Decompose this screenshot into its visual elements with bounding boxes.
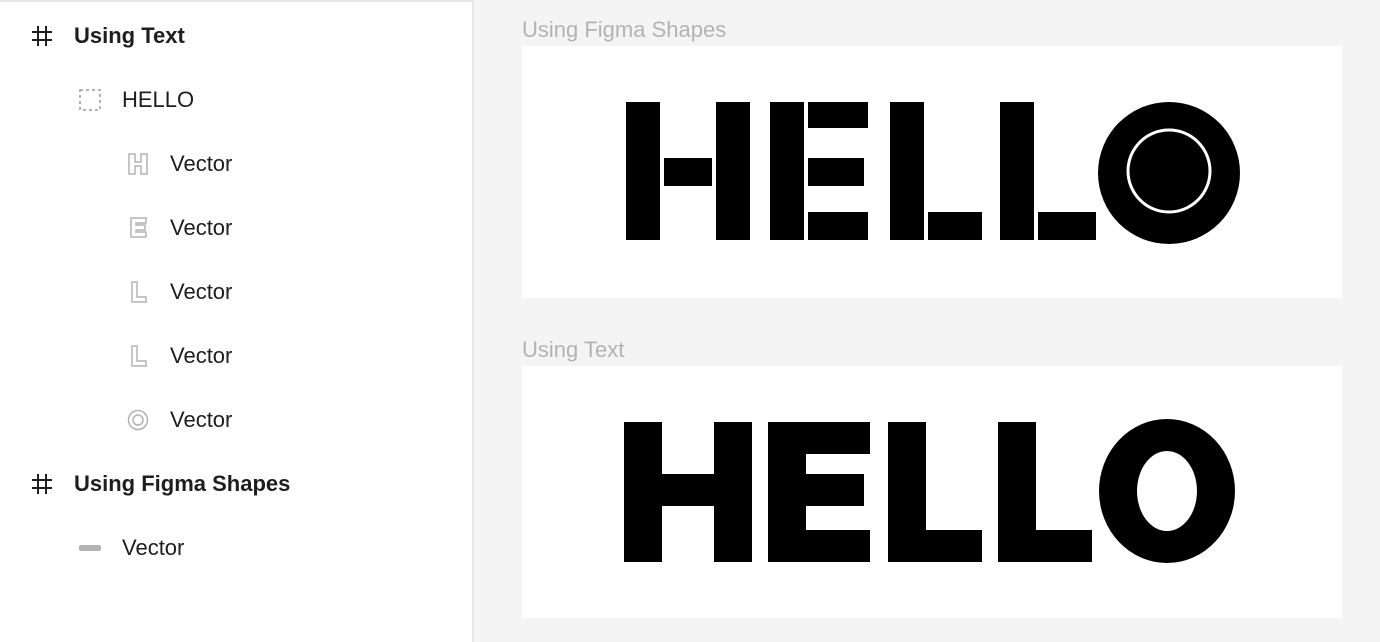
layer-vector-l1[interactable]: Vector [0, 268, 472, 316]
hello-shapes-artwork [626, 102, 1240, 244]
frame-using-text[interactable] [522, 366, 1342, 618]
frame-using-figma-shapes[interactable] [522, 46, 1342, 298]
letter-l-icon [126, 344, 150, 368]
hello-text-artwork [624, 419, 1235, 563]
text-frame-icon [78, 88, 102, 112]
letter-l-icon [126, 280, 150, 304]
layer-label: Using Figma Shapes [74, 471, 291, 496]
layer-vector-l2[interactable]: Vector [0, 332, 472, 380]
layer-vector-h[interactable]: Vector [0, 140, 472, 188]
layer-vector-o[interactable]: Vector [0, 396, 472, 444]
layers-panel: Using Text HELLO Vector Vector Vector Ve… [0, 0, 474, 642]
layer-vector-e[interactable]: Vector [0, 204, 472, 252]
canvas[interactable]: Using Figma Shapes Using Text [474, 0, 1380, 642]
layer-frame-using-text[interactable]: Using Text [0, 12, 472, 60]
layer-text-hello[interactable]: HELLO [0, 76, 472, 124]
frame-title-using-text[interactable]: Using Text [522, 338, 624, 362]
frame-icon [30, 472, 54, 496]
letter-o-icon [126, 408, 150, 432]
layer-label: Vector [170, 215, 233, 240]
letter-h-icon [126, 152, 150, 176]
line-icon [78, 536, 102, 560]
layer-label: Vector [170, 279, 233, 304]
layer-label: HELLO [122, 87, 195, 112]
frame-title-using-figma-shapes[interactable]: Using Figma Shapes [522, 18, 726, 42]
layer-frame-using-figma-shapes[interactable]: Using Figma Shapes [0, 460, 472, 508]
layer-label: Vector [170, 343, 233, 368]
layer-vector-shape[interactable]: Vector [0, 524, 472, 572]
layer-label: Vector [122, 535, 185, 560]
layer-label: Vector [170, 407, 233, 432]
letter-e-icon [126, 216, 150, 240]
frame-icon [30, 24, 54, 48]
layer-label: Vector [170, 151, 233, 176]
layer-label: Using Text [74, 23, 185, 48]
